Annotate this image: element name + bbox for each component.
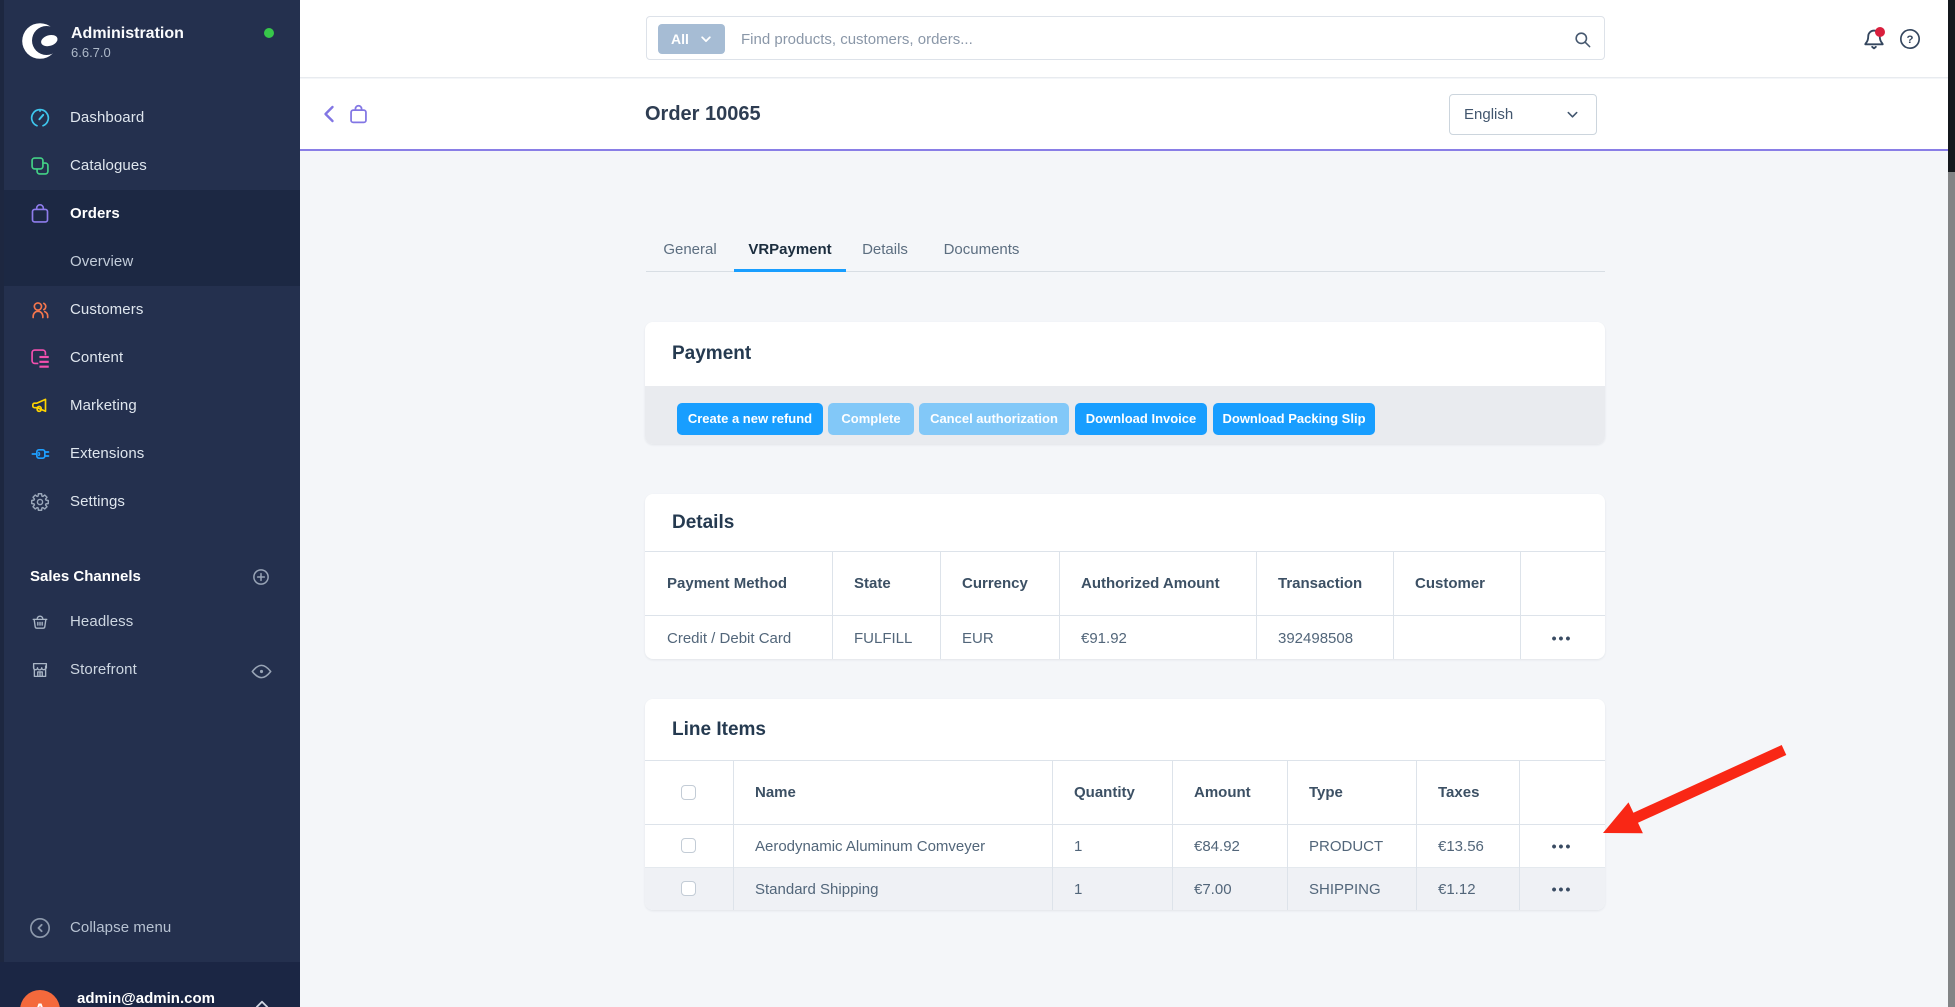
svg-text:?: ? [1907, 34, 1914, 46]
